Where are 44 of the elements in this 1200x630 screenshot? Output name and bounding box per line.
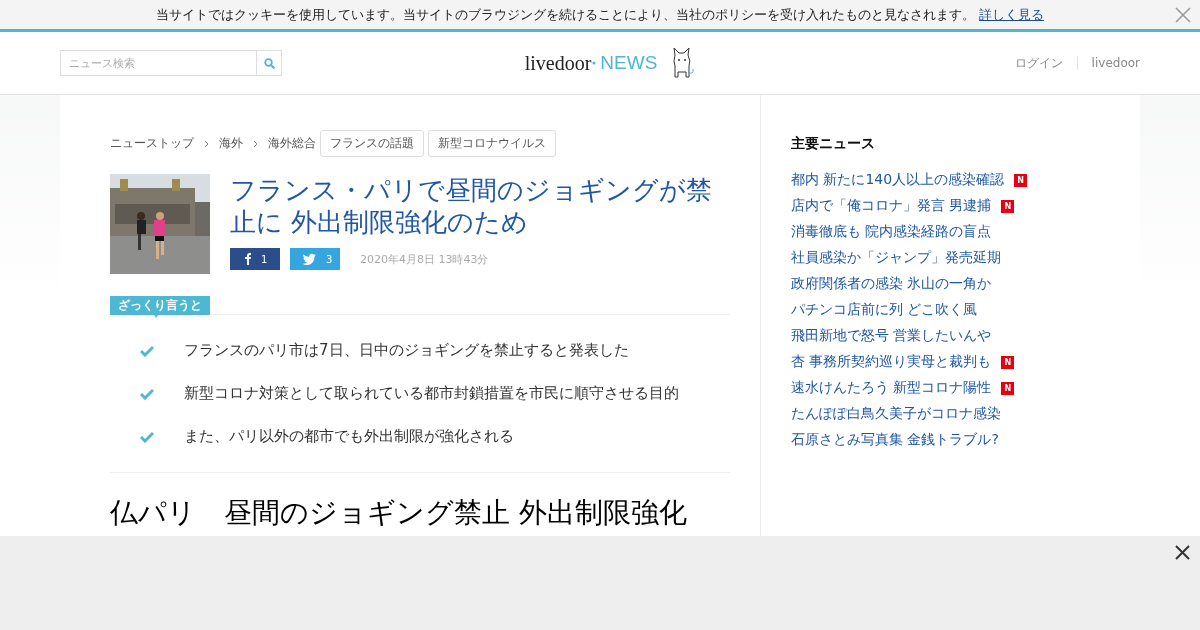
- close-icon[interactable]: [1175, 545, 1190, 560]
- news-link[interactable]: 政府関係者の感染 氷山の一角か: [791, 275, 992, 293]
- new-badge: N: [1001, 355, 1015, 369]
- news-link[interactable]: 店内で「俺コロナ」発言 男逮捕: [791, 197, 992, 215]
- summary-point: フランスのパリ市は7日、日中のジョギングを禁止すると発表した: [184, 341, 629, 360]
- dot-icon: [592, 61, 597, 65]
- breadcrumb-link[interactable]: 海外総合: [268, 135, 316, 152]
- summary-point: また、パリ以外の都市でも外出制限が強化される: [184, 427, 514, 446]
- breadcrumb-link[interactable]: 海外: [219, 135, 243, 152]
- new-badge: N: [1001, 199, 1015, 213]
- facebook-share-button[interactable]: 1: [230, 248, 280, 270]
- news-link[interactable]: 杏 事務所契約巡り実母と裁判も: [791, 353, 992, 371]
- new-badge: N: [1014, 173, 1028, 187]
- news-link[interactable]: 社員感染か「ジャンプ」発売延期: [791, 249, 1001, 267]
- news-link[interactable]: 速水けんたろう 新型コロナ陽性: [791, 379, 992, 397]
- news-link[interactable]: 飛田新地で怒号 営業したいんや: [791, 327, 992, 345]
- news-link[interactable]: 消毒徹底も 院内感染経路の盲点: [791, 223, 992, 241]
- search-field[interactable]: ニュース検索: [60, 50, 282, 76]
- sidebar-title: 主要ニュース: [791, 135, 876, 153]
- new-badge: N: [1001, 381, 1015, 395]
- chevron-icon: [204, 139, 209, 148]
- check-icon: [140, 430, 154, 443]
- facebook-icon: [242, 253, 251, 265]
- news-link[interactable]: 都内 新たに140人以上の感染確認: [791, 171, 1005, 189]
- learn-more-link[interactable]: 詳しく見る: [979, 5, 1044, 24]
- article-title: フランス・パリで昼間のジョギングが禁止に 外出制限強化のため: [230, 174, 713, 238]
- breadcrumb-link[interactable]: ニューストップ: [110, 135, 194, 152]
- chevron-icon: [253, 139, 258, 148]
- logo-brand[interactable]: livedoor: [524, 51, 592, 75]
- topic-tag[interactable]: フランスの話題: [320, 130, 424, 157]
- topic-tag[interactable]: 新型コロナウイルス: [428, 130, 556, 157]
- nav-link[interactable]: livedoor: [1076, 56, 1140, 70]
- publish-date: 2020年4月8日 13時43分: [360, 251, 489, 267]
- nav-link[interactable]: ログイン: [1014, 54, 1063, 72]
- news-link[interactable]: パチンコ店前に列 どこ吹く風: [791, 301, 978, 319]
- cookie-notice: 当サイトではクッキーを使用しています。当サイトのブラウジングを続けることにより、当社のポリシーを受け入れたものと見なされます。: [156, 5, 975, 24]
- body-heading: 仏パリ 昼間のジョギング禁止 外出制限強化: [110, 495, 687, 531]
- check-icon: [140, 387, 154, 400]
- news-link[interactable]: 石原さとみ写真集 金銭トラブル?: [791, 431, 999, 449]
- twitter-icon: [302, 253, 316, 265]
- check-icon: [140, 344, 154, 357]
- summary-point: 新型コロナ対策として取られている都市封鎖措置を市民に順守させる目的: [184, 384, 679, 403]
- search-icon: [263, 57, 275, 69]
- news-link[interactable]: たんぽぽ白鳥久美子がコロナ感染: [791, 405, 1001, 423]
